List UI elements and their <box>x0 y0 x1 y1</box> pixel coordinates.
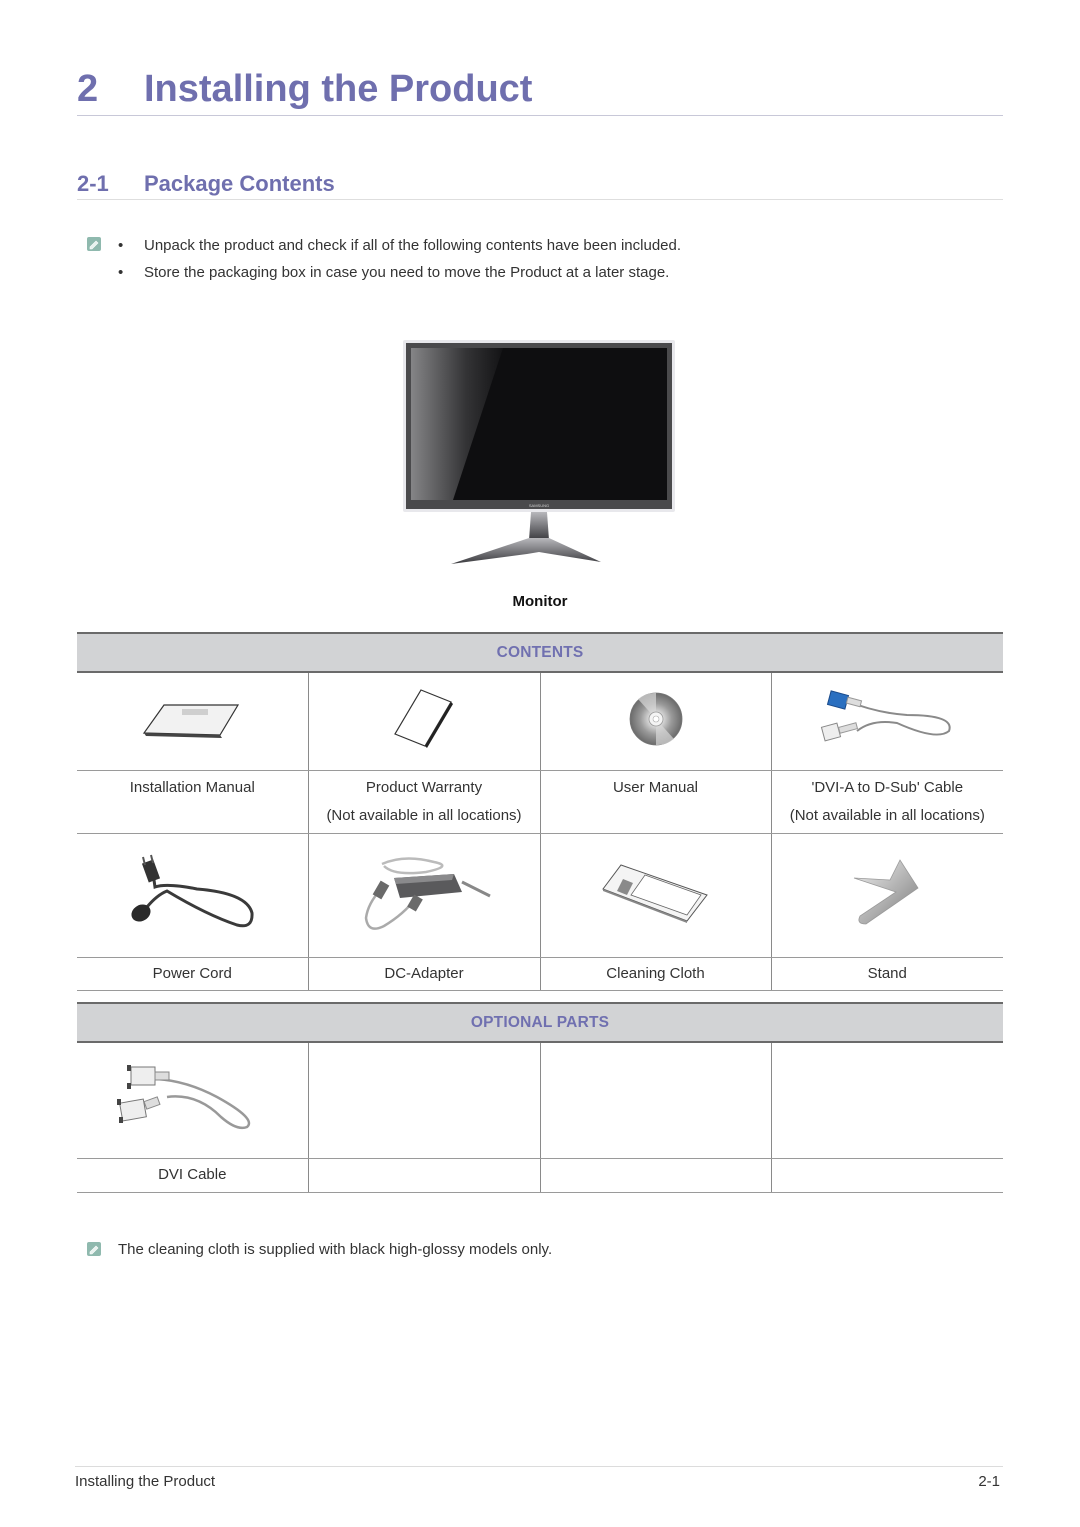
chapter-title: Installing the Product <box>144 68 533 110</box>
monitor-image: SAMSUNG <box>403 340 675 566</box>
item-label: Installation Manual <box>129 778 255 796</box>
item-label: User Manual <box>612 778 699 796</box>
item-label: Power Cord <box>152 964 232 982</box>
item-label: DC-Adapter <box>384 964 464 982</box>
item-label-cell: Power Cord <box>77 957 308 991</box>
empty-cell <box>539 1042 771 1159</box>
item-label: DVI Cable <box>158 1166 227 1183</box>
footer-chapter-title: Installing the Product <box>75 1473 216 1490</box>
item-sublabel: (Not available in all locations) <box>789 806 985 824</box>
empty-cell <box>307 1042 540 1159</box>
item-label: Cleaning Cloth <box>606 964 705 982</box>
note-text: Store the packaging box in case you need… <box>144 264 670 281</box>
item-sublabel: (Not available in all locations) <box>326 806 522 824</box>
bottom-note-text: The cleaning cloth is supplied with blac… <box>118 1241 553 1258</box>
monitor-caption: Monitor <box>512 593 568 610</box>
item-image-cell <box>77 833 308 958</box>
cd-disc-icon <box>629 692 682 746</box>
empty-cell <box>539 1158 771 1193</box>
item-label: 'DVI-A to D-Sub' Cable <box>811 778 964 796</box>
empty-cell <box>770 1042 1004 1159</box>
item-image-cell <box>539 833 771 958</box>
item-image-cell <box>307 672 540 771</box>
note-pencil-icon <box>87 237 101 251</box>
item-image-cell <box>770 833 1004 958</box>
empty-cell <box>770 1158 1004 1193</box>
item-label: Stand <box>867 964 907 982</box>
dvi-dsub-cable-icon <box>821 690 951 742</box>
item-image-cell <box>77 672 308 771</box>
item-label-cell: 'DVI-A to D-Sub' Cable (Not available in… <box>770 770 1004 834</box>
item-image-cell <box>770 672 1004 771</box>
contents-table: CONTENTS Installation Manual Product War… <box>77 632 1004 991</box>
bullet-dot: • <box>118 264 124 281</box>
stand-icon <box>854 859 919 925</box>
item-image-cell <box>307 833 540 958</box>
optional-parts-table: OPTIONAL PARTS DVI Cable <box>77 1002 1004 1193</box>
note-text: Unpack the product and check if all of t… <box>144 237 682 254</box>
chapter-number: 2 <box>77 68 99 110</box>
section-number: 2-1 <box>77 171 109 196</box>
section-title: Package Contents <box>144 171 335 196</box>
power-cord-icon <box>131 854 254 928</box>
item-label-cell: User Manual <box>539 770 771 834</box>
contents-header: CONTENTS <box>77 632 1004 673</box>
product-warranty-icon <box>394 689 453 749</box>
item-image-cell <box>539 672 771 771</box>
item-label-cell: Cleaning Cloth <box>539 957 771 991</box>
monitor-brand: SAMSUNG <box>529 503 549 508</box>
installation-manual-icon <box>143 704 240 739</box>
optional-parts-header: OPTIONAL PARTS <box>77 1002 1004 1043</box>
footer-page-number: 2-1 <box>978 1473 1000 1490</box>
item-label-cell: Product Warranty (Not available in all l… <box>307 770 540 834</box>
item-label-cell: Stand <box>770 957 1004 991</box>
section-heading: 2-1 Package Contents <box>77 168 1003 200</box>
item-image-cell <box>77 1042 308 1159</box>
footer-divider <box>75 1466 1003 1467</box>
item-label-cell: Installation Manual <box>77 770 308 834</box>
item-label-cell: DVI Cable <box>77 1158 308 1193</box>
empty-cell <box>307 1158 540 1193</box>
dvi-cable-icon <box>117 1065 251 1130</box>
item-label: Product Warranty <box>365 778 483 796</box>
cleaning-cloth-icon <box>601 864 708 923</box>
item-label-cell: DC-Adapter <box>307 957 540 991</box>
chapter-heading: 2 Installing the Product <box>77 62 1003 116</box>
dc-adapter-icon <box>364 857 491 930</box>
bullet-dot: • <box>118 237 124 254</box>
note-pencil-icon <box>87 1242 101 1256</box>
